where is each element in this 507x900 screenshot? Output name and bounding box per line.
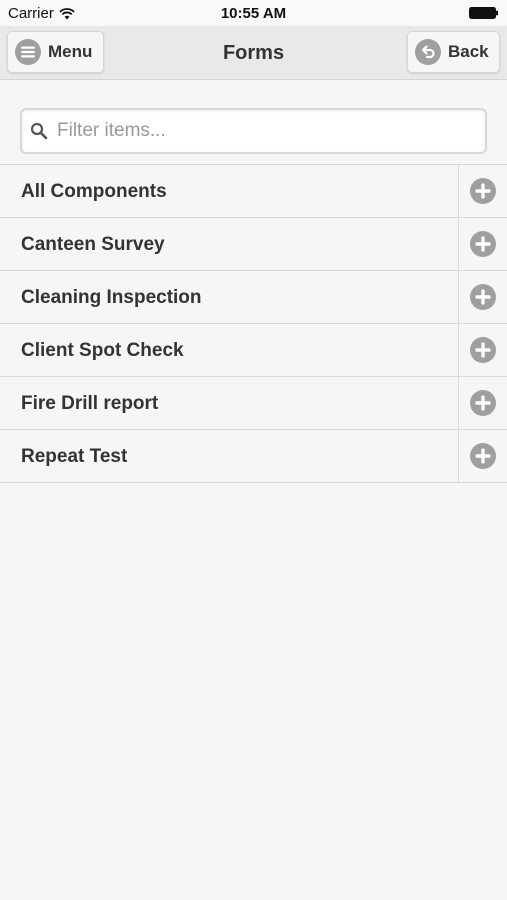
nav-header: Menu Forms Back [0,26,507,80]
back-button-label: Back [448,42,489,61]
list-item-label: Fire Drill report [21,393,159,414]
add-button[interactable] [458,430,507,482]
add-button[interactable] [458,324,507,376]
filter-input[interactable] [57,110,477,152]
plus-icon [470,390,496,416]
list-item-cleaning-inspection[interactable]: Cleaning Inspection [0,271,507,324]
forms-list: All Components Canteen Survey Cleaning I… [0,164,507,483]
plus-icon [470,231,496,257]
status-bar: Carrier 10:55 AM [0,0,507,26]
search-icon [30,122,48,140]
plus-icon [470,443,496,469]
clock: 10:55 AM [220,5,287,22]
list-item-canteen-survey[interactable]: Canteen Survey [0,218,507,271]
list-item-repeat-test[interactable]: Repeat Test [0,430,507,483]
back-arrow-icon [415,39,441,65]
list-item-label: Client Spot Check [21,340,184,361]
back-button[interactable]: Back [407,31,500,73]
list-item-label: Cleaning Inspection [21,287,202,308]
filter-search-box [20,108,487,154]
list-item-label: All Components [21,181,167,202]
list-item-client-spot-check[interactable]: Client Spot Check [0,324,507,377]
plus-icon [470,337,496,363]
list-item-all-components[interactable]: All Components [0,165,507,218]
add-button[interactable] [458,165,507,217]
add-button[interactable] [458,218,507,270]
add-button[interactable] [458,271,507,323]
plus-icon [470,178,496,204]
battery-icon [469,7,498,19]
plus-icon [470,284,496,310]
add-button[interactable] [458,377,507,429]
list-item-label: Repeat Test [21,446,128,467]
list-item-fire-drill-report[interactable]: Fire Drill report [0,377,507,430]
list-item-label: Canteen Survey [21,234,165,255]
